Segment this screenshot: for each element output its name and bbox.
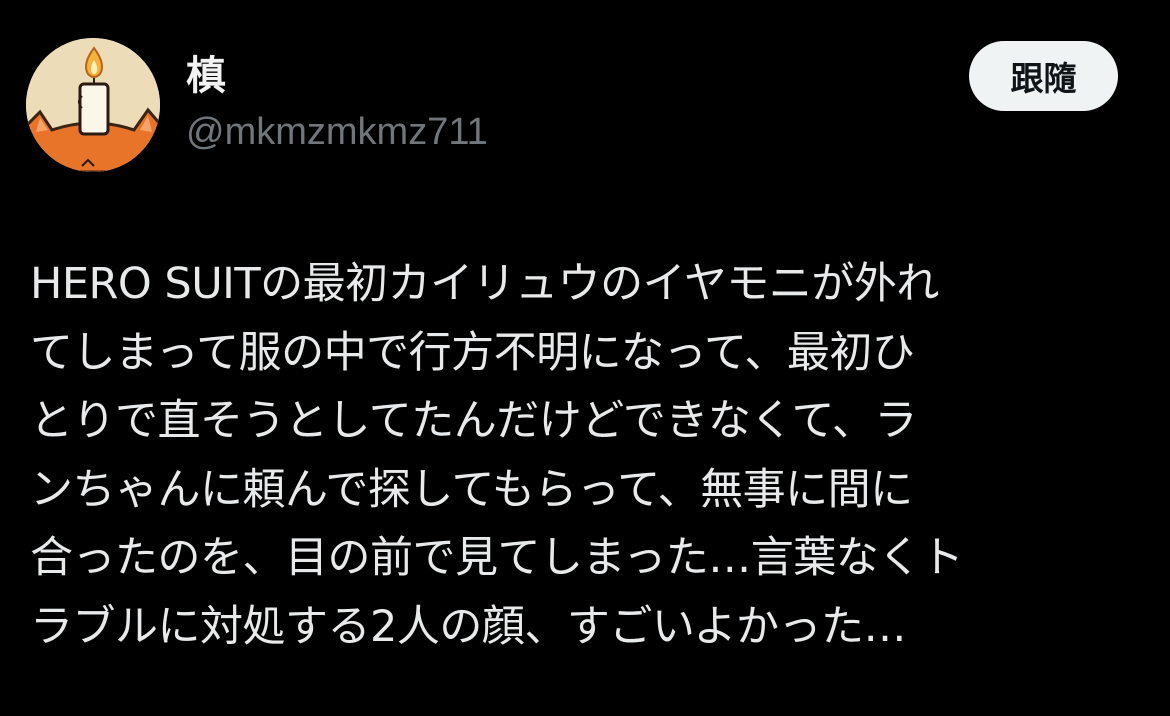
candle-cat-avatar-icon [26,38,160,172]
avatar[interactable] [26,38,160,172]
display-name[interactable]: 槙 [186,50,226,102]
tweet-text: HERO SUITの最初カイリュウのイヤモニが外れ てしまって服の中で行方不明に… [30,259,964,652]
follow-button[interactable]: 跟隨 [969,41,1118,111]
user-handle[interactable]: @mkmzmkmz711 [186,108,488,156]
